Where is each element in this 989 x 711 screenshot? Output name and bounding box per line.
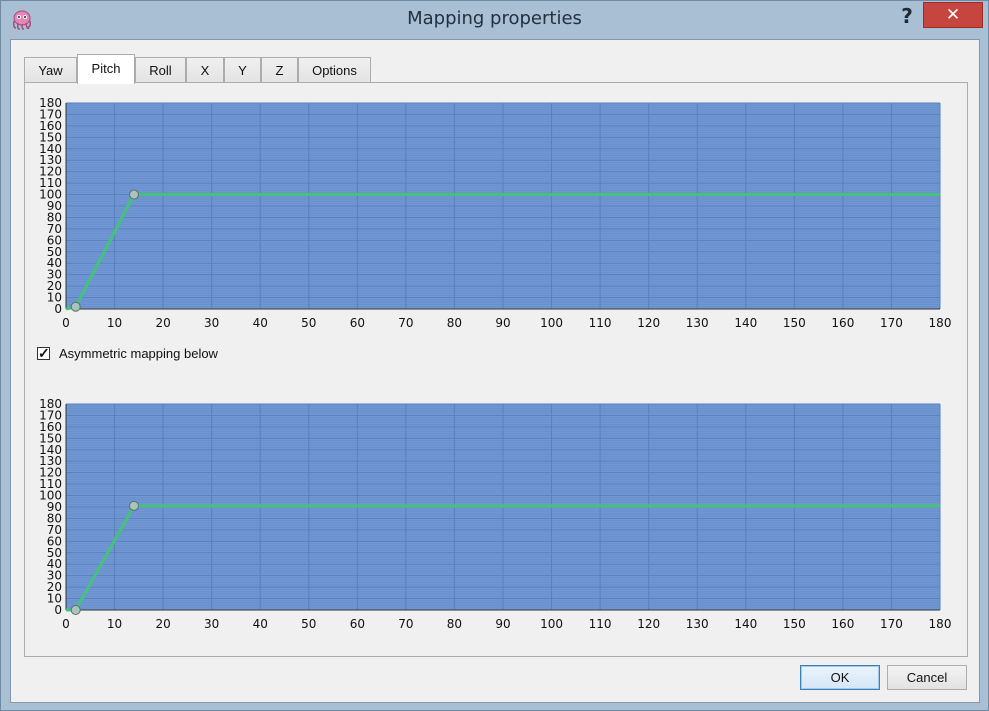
y-tick-label: 180 — [39, 397, 62, 411]
x-tick-label: 180 — [929, 617, 952, 631]
x-tick-label: 80 — [447, 617, 462, 631]
x-tick-label: 10 — [107, 617, 122, 631]
x-tick-label: 10 — [107, 316, 122, 330]
ok-button[interactable]: OK — [800, 665, 880, 690]
y-tick-label: 180 — [39, 96, 62, 110]
mapping-properties-window: Mapping properties ? ✕ Yaw Pitch Roll X … — [0, 0, 989, 711]
x-tick-label: 130 — [686, 316, 709, 330]
x-tick-label: 70 — [398, 617, 413, 631]
x-tick-label: 140 — [734, 316, 757, 330]
x-tick-label: 100 — [540, 617, 563, 631]
x-tick-label: 30 — [204, 316, 219, 330]
x-tick-label: 120 — [637, 617, 660, 631]
curve-control-point[interactable] — [128, 189, 139, 200]
x-tick-label: 40 — [253, 316, 268, 330]
pitch-mapping-curve-lower[interactable]: 0 10 20 30 40 50 60 70 80 90 100 110 120 130 140 150 160… — [25, 394, 965, 639]
x-tick-label: 80 — [447, 316, 462, 330]
x-tick-label: 50 — [301, 316, 316, 330]
x-tick-label: 30 — [204, 617, 219, 631]
curve-control-point[interactable] — [128, 500, 139, 511]
curve-control-point[interactable] — [70, 605, 81, 615]
x-tick-label: 130 — [686, 617, 709, 631]
pitch-mapping-curve-upper[interactable]: 0 10 20 30 40 50 60 70 80 90 100 110 120 130 140 150 160… — [25, 93, 965, 338]
x-tick-label: 140 — [734, 617, 757, 631]
x-tick-label: 60 — [350, 316, 365, 330]
x-tick-label: 110 — [589, 316, 612, 330]
tab-x[interactable]: X — [186, 57, 224, 83]
x-tick-label: 70 — [398, 316, 413, 330]
x-tick-label: 20 — [155, 617, 170, 631]
x-tick-label: 170 — [880, 617, 903, 631]
x-tick-label: 160 — [831, 617, 854, 631]
tab-yaw[interactable]: Yaw — [24, 57, 77, 83]
x-tick-label: 40 — [253, 617, 268, 631]
tab-roll[interactable]: Roll — [135, 57, 186, 83]
x-tick-label: 100 — [540, 316, 563, 330]
tab-pitch[interactable]: Pitch — [77, 54, 135, 84]
x-tick-label: 160 — [831, 316, 854, 330]
help-button[interactable]: ? — [894, 3, 920, 29]
asymmetric-mapping-checkbox[interactable]: ✓ — [37, 346, 50, 360]
x-tick-label: 0 — [62, 617, 70, 631]
x-tick-label: 120 — [637, 316, 660, 330]
x-tick-label: 150 — [783, 617, 806, 631]
title-bar[interactable]: Mapping properties ? ✕ — [1, 1, 988, 39]
x-tick-label: 170 — [880, 316, 903, 330]
x-tick-label: 150 — [783, 316, 806, 330]
x-tick-label: 60 — [350, 617, 365, 631]
x-tick-label: 110 — [589, 617, 612, 631]
tab-options[interactable]: Options — [298, 57, 371, 83]
cancel-button[interactable]: Cancel — [887, 665, 967, 690]
x-tick-label: 0 — [62, 316, 70, 330]
pitch-tab-pane: 0 10 20 30 40 50 60 70 80 90 100 110 120 130 140 150 160… — [24, 82, 968, 657]
curve-control-point[interactable] — [70, 301, 81, 312]
window-title: Mapping properties — [407, 8, 582, 29]
tab-z[interactable]: Z — [261, 57, 298, 83]
asymmetric-mapping-label: Asymmetric mapping below — [59, 346, 218, 361]
x-tick-label: 90 — [495, 617, 510, 631]
x-tick-label: 50 — [301, 617, 316, 631]
x-tick-label: 90 — [495, 316, 510, 330]
x-tick-label: 180 — [929, 316, 952, 330]
dialog-client-area: Yaw Pitch Roll X Y Z Options 0 10 20 30 40 50… — [10, 39, 980, 703]
close-button[interactable]: ✕ — [923, 2, 983, 28]
tab-y[interactable]: Y — [224, 57, 261, 83]
x-tick-label: 20 — [155, 316, 170, 330]
